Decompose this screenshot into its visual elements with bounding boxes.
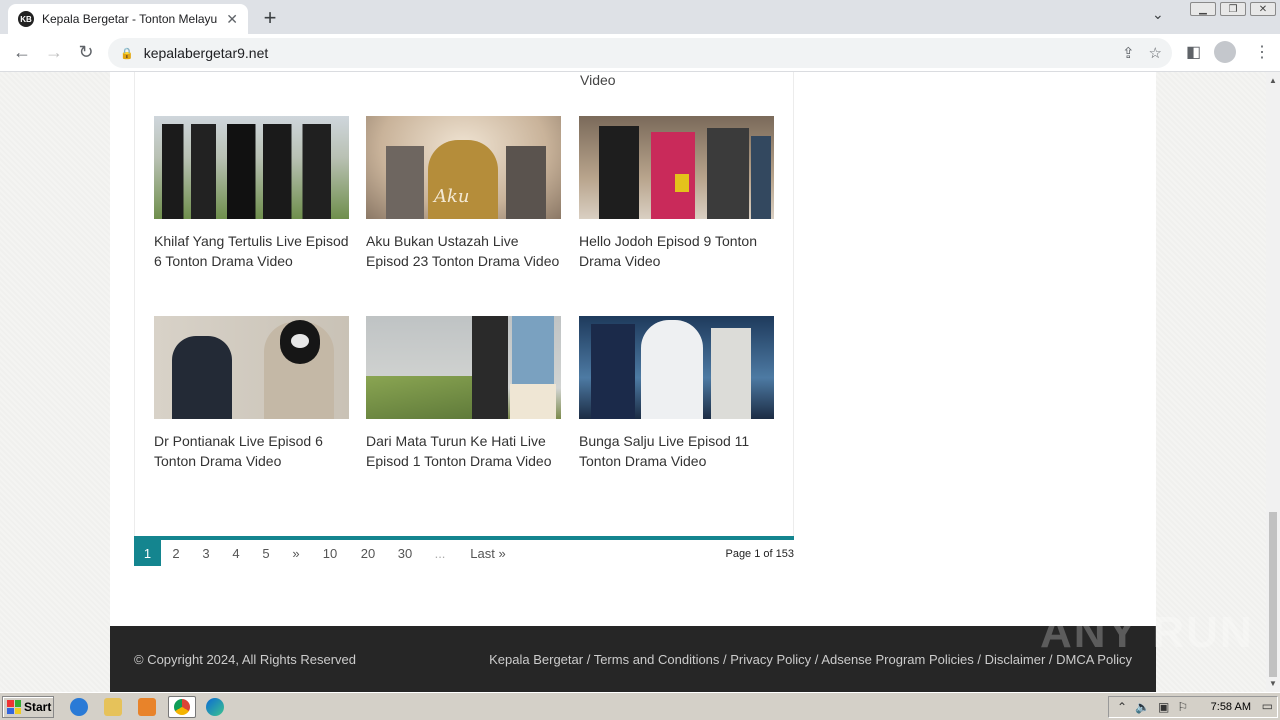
- address-bar[interactable]: 🔒 kepalabergetar9.net ⇪ ☆: [108, 38, 1172, 68]
- window-controls: ▁ ❐ ✕: [1190, 2, 1280, 16]
- page-link[interactable]: 3: [198, 540, 214, 566]
- post-title[interactable]: Dr Pontianak Live Episod 6 Tonton Drama …: [154, 431, 349, 471]
- footer-link-privacy[interactable]: Privacy Policy: [730, 652, 811, 667]
- chrome-icon: [174, 699, 190, 715]
- vertical-scrollbar[interactable]: ▲ ▼: [1266, 72, 1280, 692]
- back-icon[interactable]: ←: [10, 42, 34, 63]
- clock[interactable]: 7:58 AM: [1211, 701, 1251, 713]
- anyrun-watermark-logo: ANY RUN: [1040, 608, 1254, 657]
- post-title[interactable]: Hello Jodoh Episod 9 Tonton Drama Video: [579, 231, 774, 271]
- page-link[interactable]: 5: [258, 540, 274, 566]
- scroll-down-arrow-icon[interactable]: ▼: [1269, 679, 1277, 688]
- tray-expand-icon[interactable]: ⌃: [1117, 700, 1127, 714]
- menu-kebab-icon[interactable]: ⋮: [1254, 42, 1270, 62]
- show-desktop-icon[interactable]: ▭: [1262, 699, 1273, 713]
- post-thumbnail[interactable]: [579, 316, 774, 419]
- pagination: 1 2 3 4 5 » 10 20 30 ... Last » Page 1 o…: [134, 536, 794, 566]
- minimize-icon[interactable]: ▁: [1190, 2, 1216, 16]
- tab-title: Kepala Bergetar - Tonton Melayu Dra: [42, 12, 221, 26]
- webpage: Video Khilaf Yang Tertulis Live Episod 6…: [0, 72, 1266, 692]
- page-link[interactable]: 20: [356, 540, 380, 566]
- post-thumbnail[interactable]: [366, 316, 561, 419]
- start-button[interactable]: Start: [2, 696, 54, 718]
- last-page-link[interactable]: Last »: [468, 540, 508, 566]
- post-card[interactable]: Dari Mata Turun Ke Hati Live Episod 1 To…: [366, 316, 561, 471]
- page-link[interactable]: 2: [168, 540, 184, 566]
- post-card[interactable]: Bunga Salju Live Episod 11 Tonton Drama …: [579, 316, 774, 471]
- footer-links: Kepala Bergetar / Terms and Conditions /…: [489, 652, 1132, 667]
- next-page-link[interactable]: »: [288, 540, 304, 566]
- footer-link-disclaimer[interactable]: Disclaimer: [985, 652, 1046, 667]
- post-card[interactable]: Dr Pontianak Live Episod 6 Tonton Drama …: [154, 316, 349, 471]
- windows-taskbar: Start ⌃ 🔈 ▣ ⚐ 7:58 AM ▭: [0, 692, 1280, 720]
- browser-tab[interactable]: KB Kepala Bergetar - Tonton Melayu Dra ✕: [8, 4, 248, 34]
- footer-link-adsense[interactable]: Adsense Program Policies: [821, 652, 973, 667]
- url-text: kepalabergetar9.net: [143, 45, 269, 61]
- post-title[interactable]: Aku Bukan Ustazah Live Episod 23 Tonton …: [366, 231, 561, 271]
- lock-icon: 🔒: [120, 47, 134, 60]
- page-link[interactable]: 30: [393, 540, 417, 566]
- post-title[interactable]: Dari Mata Turun Ke Hati Live Episod 1 To…: [366, 431, 561, 471]
- windows-logo-icon: [7, 700, 21, 714]
- internet-explorer-icon[interactable]: [70, 698, 88, 716]
- page-link[interactable]: 10: [318, 540, 342, 566]
- page-container: Video Khilaf Yang Tertulis Live Episod 6…: [110, 72, 1156, 692]
- bookmark-star-icon[interactable]: ☆: [1149, 44, 1162, 62]
- footer-link-terms[interactable]: Terms and Conditions: [594, 652, 720, 667]
- scroll-thumb[interactable]: [1269, 512, 1277, 677]
- site-footer: © Copyright 2024, All Rights Reserved Ke…: [110, 626, 1156, 692]
- pagination-ellipsis: ...: [434, 545, 446, 561]
- scroll-up-arrow-icon[interactable]: ▲: [1269, 76, 1277, 85]
- post-card[interactable]: Hello Jodoh Episod 9 Tonton Drama Video: [579, 116, 774, 271]
- media-player-icon[interactable]: [138, 698, 156, 716]
- post-thumbnail[interactable]: [579, 116, 774, 219]
- reload-icon[interactable]: ↻: [74, 42, 98, 63]
- copyright-text: © Copyright 2024, All Rights Reserved: [134, 652, 357, 667]
- chrome-taskbar-button[interactable]: [168, 696, 196, 718]
- post-thumbnail[interactable]: [154, 316, 349, 419]
- post-card[interactable]: Aku Aku Bukan Ustazah Live Episod 23 Ton…: [366, 116, 561, 271]
- new-tab-icon[interactable]: +: [258, 5, 282, 31]
- network-icon[interactable]: ▣: [1158, 700, 1169, 714]
- close-tab-icon[interactable]: ✕: [226, 11, 238, 28]
- post-thumbnail[interactable]: [154, 116, 349, 219]
- post-card[interactable]: Khilaf Yang Tertulis Live Episod 6 Tonto…: [154, 116, 349, 271]
- restore-icon[interactable]: ❐: [1220, 2, 1246, 16]
- volume-icon[interactable]: 🔈: [1135, 700, 1150, 714]
- file-explorer-icon[interactable]: [104, 698, 122, 716]
- profile-avatar-icon[interactable]: [1214, 41, 1236, 63]
- browser-toolbar: ← → ↻ 🔒 kepalabergetar9.net ⇪ ☆ ◧ ⋮: [0, 34, 1280, 72]
- share-icon[interactable]: ⇪: [1122, 44, 1135, 62]
- system-tray: ⌃ 🔈 ▣ ⚐ 7:58 AM ▭: [1108, 696, 1278, 718]
- post-grid: Video Khilaf Yang Tertulis Live Episod 6…: [134, 72, 794, 540]
- post-title[interactable]: Bunga Salju Live Episod 11 Tonton Drama …: [579, 431, 774, 471]
- flag-icon[interactable]: ⚐: [1177, 700, 1188, 714]
- page-link-current[interactable]: 1: [134, 540, 161, 566]
- page-link[interactable]: 4: [228, 540, 244, 566]
- tab-bar: KB Kepala Bergetar - Tonton Melayu Dra ✕…: [0, 0, 1280, 34]
- previous-card-title-tail[interactable]: Video: [580, 72, 616, 88]
- close-window-icon[interactable]: ✕: [1250, 2, 1276, 16]
- footer-link-home[interactable]: Kepala Bergetar: [489, 652, 583, 667]
- tab-search-chevron-icon[interactable]: ⌄: [1152, 6, 1164, 23]
- site-favicon-icon: KB: [18, 11, 34, 27]
- page-info: Page 1 of 153: [725, 548, 794, 560]
- forward-icon[interactable]: →: [42, 42, 66, 63]
- post-title[interactable]: Khilaf Yang Tertulis Live Episod 6 Tonto…: [154, 231, 349, 271]
- side-panel-icon[interactable]: ◧: [1186, 42, 1201, 62]
- post-thumbnail[interactable]: Aku: [366, 116, 561, 219]
- edge-icon[interactable]: [206, 698, 224, 716]
